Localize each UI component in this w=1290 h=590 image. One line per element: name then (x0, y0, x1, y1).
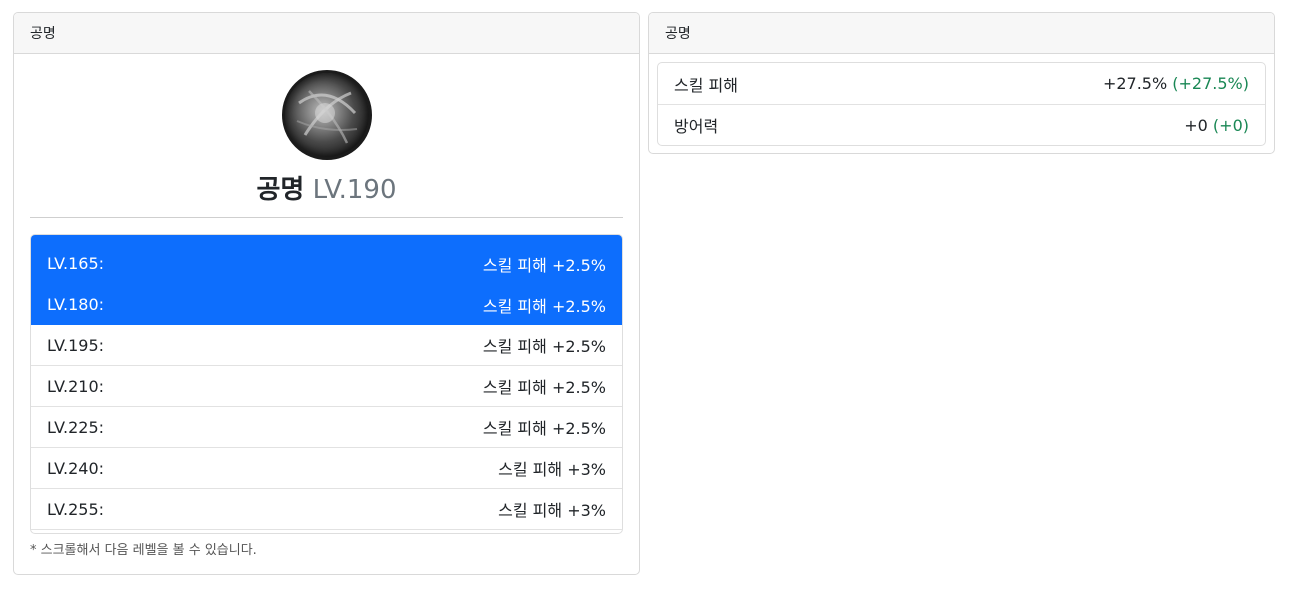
level-effect: 스킬 피해 +3% (498, 501, 606, 520)
divider (30, 217, 623, 218)
level-label: LV.195: (47, 335, 105, 355)
level-item[interactable]: LV.225: 스킬 피해 +2.5% (31, 407, 622, 448)
level-effect: 스킬 피해 +2.5% (482, 419, 606, 438)
level-label: LV.225: (47, 417, 105, 437)
resonance-name: 공명 (256, 175, 305, 205)
level-item[interactable]: LV.255: 스킬 피해 +3% (31, 489, 622, 530)
level-label: LV.255: (47, 499, 105, 519)
stat-value-group: +27.5% (+27.5%) (1103, 74, 1249, 93)
stat-label: 스킬 피해 (674, 75, 738, 95)
level-item[interactable]: LV.195: 스킬 피해 +2.5% (31, 325, 622, 366)
stat-value: +27.5% (1102, 74, 1168, 93)
level-item[interactable]: LV.240: 스킬 피해 +3% (31, 448, 622, 489)
stat-value: +0 (1184, 115, 1208, 135)
stat-label: 방어력 (674, 117, 719, 136)
stat-value-group: +0 (+0) (1184, 116, 1249, 135)
scroll-note: * 스크롤해서 다음 레벨을 볼 수 있습니다. (30, 543, 257, 558)
level-effect: 스킬 피해 +2.5% (482, 337, 606, 356)
level-item[interactable]: LV.210: 스킬 피해 +2.5% (31, 366, 622, 407)
stat-delta: (+27.5%) (1172, 74, 1249, 93)
level-effect: 스킬 피해 +2.5% (482, 296, 606, 316)
level-item[interactable]: LV.165: 스킬 피해 +2.5% (31, 235, 622, 284)
resonance-stats-header: 공명 (649, 13, 1274, 54)
resonance-stats-card: 공명 스킬 피해 +27.5% (+27.5%) 방어력 +0 (+0) (648, 12, 1275, 154)
resonance-card-header: 공명 (14, 13, 639, 54)
resonance-emblem-icon (282, 70, 372, 160)
level-effect: 스킬 피해 +2.5% (482, 255, 606, 275)
level-label: LV.210: (47, 376, 105, 396)
stat-delta: (+0) (1212, 115, 1249, 135)
level-effect: 스킬 피해 +3% (498, 460, 606, 479)
level-item[interactable]: LV.180: 스킬 피해 +2.5% (31, 284, 622, 325)
stat-list: 스킬 피해 +27.5% (+27.5%) 방어력 +0 (+0) (657, 62, 1266, 146)
resonance-card: 공명 공명 LV.190 LV.165: 스킬 피해 +2.5% LV.180: 스킬… (13, 12, 640, 575)
resonance-level: LV.190 (312, 175, 397, 205)
level-label: LV.180: (47, 295, 105, 314)
level-effect: 스킬 피해 +2.5% (482, 378, 606, 397)
stat-item: 스킬 피해 +27.5% (+27.5%) (658, 63, 1265, 104)
stat-item: 방어력 +0 (+0) (658, 104, 1265, 145)
level-list[interactable]: LV.165: 스킬 피해 +2.5% LV.180: 스킬 피해 +2.5% LV.1… (30, 234, 623, 534)
resonance-title: 공명 LV.190 (14, 169, 639, 206)
level-label: LV.165: (47, 254, 105, 273)
level-label: LV.240: (47, 458, 105, 478)
